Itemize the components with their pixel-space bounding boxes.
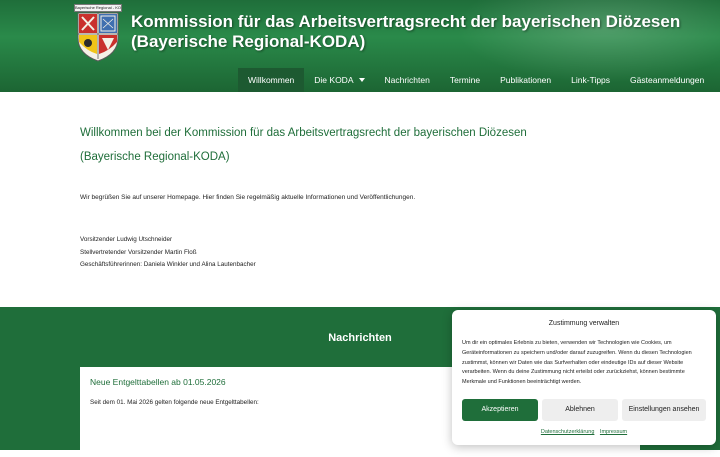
people-list: Vorsitzender Ludwig Utschneider Stellver… [80, 234, 256, 272]
main-navigation: Willkommen Die KODA Nachrichten Termine … [238, 68, 714, 92]
cookie-consent-dialog: Zustimmung verwalten Um dir ein optimale… [452, 310, 716, 445]
site-title[interactable]: Kommission für das Arbeitsvertragsrecht … [131, 12, 711, 52]
site-title-line2: (Bayerische Regional-KODA) [131, 32, 366, 51]
nav-item-die-koda[interactable]: Die KODA [304, 68, 374, 92]
site-title-line1: Kommission für das Arbeitsvertragsrecht … [131, 12, 681, 31]
view-settings-button[interactable]: Einstellungen ansehen [622, 399, 706, 421]
caret-down-icon [358, 78, 365, 82]
people-managers: Geschäftsführerinnen: Daniela Winkler un… [80, 261, 256, 268]
accept-button[interactable]: Akzeptieren [462, 399, 538, 421]
nav-item-publikationen[interactable]: Publikationen [490, 68, 561, 92]
nav-item-termine[interactable]: Termine [440, 68, 490, 92]
imprint-link[interactable]: Impressum [600, 429, 627, 435]
nav-item-die-koda-label: Die KODA [314, 75, 354, 85]
consent-links: Datenschutzerklärung Impressum [452, 428, 716, 436]
nav-item-gaesteanmeldungen[interactable]: Gästeanmeldungen [620, 68, 714, 92]
nav-item-nachrichten[interactable]: Nachrichten [375, 68, 440, 92]
intro-text: Wir begrüßen Sie auf unserer Homepage. H… [80, 194, 416, 201]
nav-item-willkommen[interactable]: Willkommen [238, 68, 305, 92]
welcome-subheading: (Bayerische Regional-KODA) [80, 151, 230, 163]
site-header: Bayerische Regional - KODA Kommission fü… [0, 0, 720, 92]
consent-title: Zustimmung verwalten [548, 320, 620, 327]
nav-item-link-tipps[interactable]: Link-Tipps [561, 68, 620, 92]
welcome-heading: Willkommen bei der Kommission für das Ar… [80, 127, 527, 139]
koda-coat-of-arms-logo[interactable]: Bayerische Regional - KODA [74, 4, 122, 62]
news-card-title[interactable]: Neue Entgelttabellen ab 01.05.2026 [90, 377, 226, 388]
news-card-text: Seit dem 01. Mai 2026 gelten folgende ne… [90, 399, 259, 406]
deny-button[interactable]: Ablehnen [542, 399, 618, 421]
people-vice-chair: Stellvertretender Vorsitzender Martin Fl… [80, 248, 197, 256]
privacy-policy-link[interactable]: Datenschutzerklärung [541, 429, 595, 435]
shield-icon [77, 12, 119, 62]
people-chair: Vorsitzender Ludwig Utschneider [80, 236, 173, 243]
consent-body: Um dir ein optimales Erlebnis zu bieten,… [462, 340, 692, 386]
